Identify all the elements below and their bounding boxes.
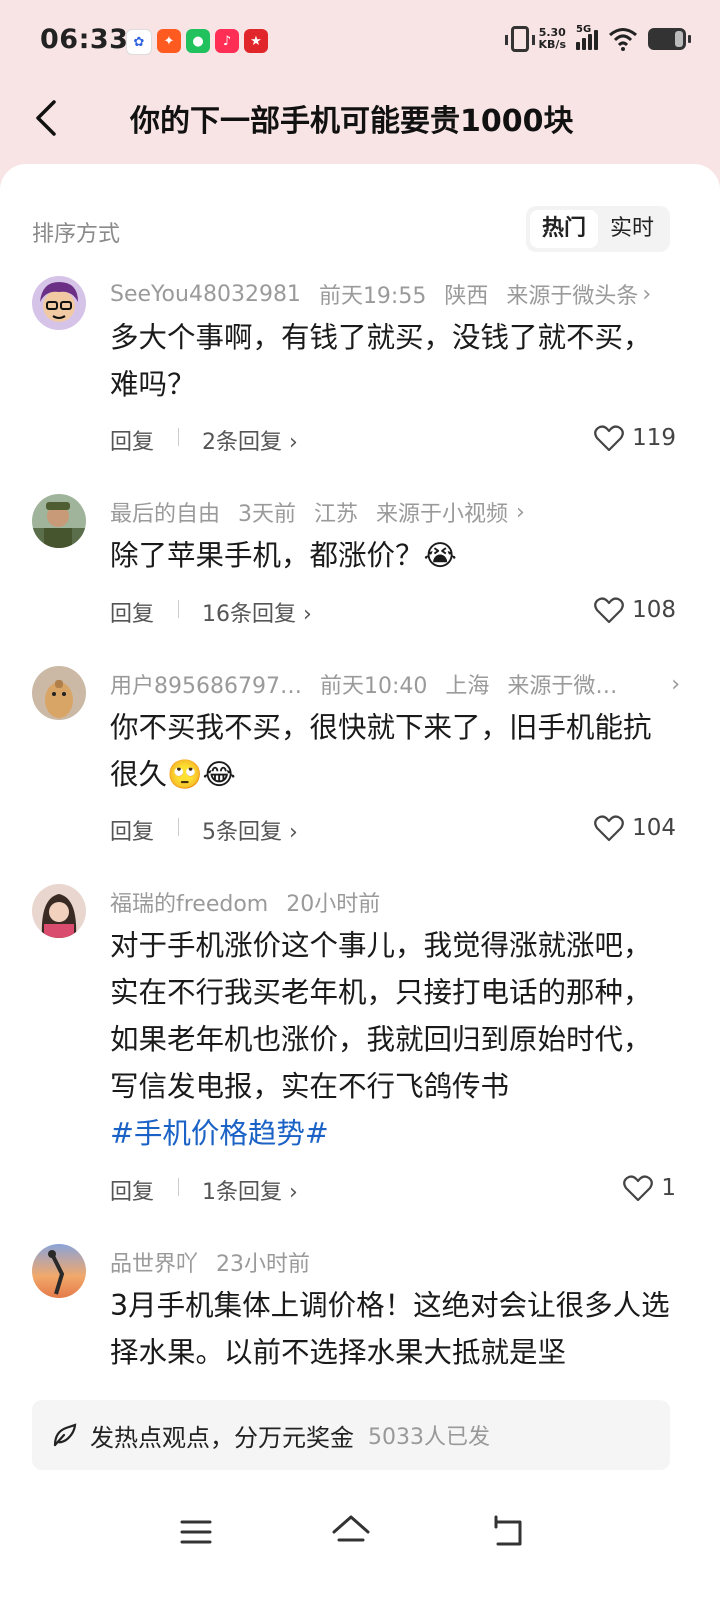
post-count: 5033人已发 (368, 1425, 490, 1450)
wifi-icon (609, 28, 637, 51)
vibrate-icon (504, 26, 535, 52)
heart-icon (594, 815, 624, 842)
chevron-right-icon[interactable]: › (642, 282, 651, 307)
like-button[interactable]: 119 (594, 424, 676, 452)
status-bar: 06:33 ✿ ✦ ● ♪ ★ 5.30 KB/s 5G (0, 0, 720, 84)
system-nav-bar (0, 1490, 720, 1608)
comment-actions: 回复 2条回复 › 119 (110, 424, 676, 458)
sort-toggle: 热门 实时 (526, 206, 670, 252)
sort-hot-tab[interactable]: 热门 (530, 210, 598, 248)
comment-text: 多大个事啊，有钱了就买，没钱了就不买，难吗？ (110, 321, 652, 401)
comment-source[interactable]: 来源于微… (507, 668, 617, 700)
home-icon[interactable] (329, 1510, 373, 1554)
view-replies-link[interactable]: 5条回复 › (202, 814, 298, 846)
heart-icon (594, 425, 624, 452)
avatar[interactable] (32, 494, 86, 548)
network-type: 5G (576, 24, 592, 35)
comment-location: 陕西 (444, 284, 489, 309)
like-count: 104 (632, 815, 676, 841)
comment-text: 你不买我不买，很快就下来了，旧手机能抗很久🙄😂 (110, 711, 652, 791)
view-replies-link[interactable]: 2条回复 › (202, 424, 298, 456)
sort-latest-tab[interactable]: 实时 (598, 210, 666, 248)
pen-icon (53, 1423, 77, 1447)
comment-actions: 回复 5条回复 › 104 (110, 814, 676, 848)
like-button[interactable]: 104 (594, 814, 676, 842)
comment-time: 20小时前 (286, 892, 381, 917)
comment-username[interactable]: 品世界吖 (110, 1246, 198, 1278)
like-count: 119 (632, 425, 676, 451)
page-title: 你的下一部手机可能要贵1000块 (130, 104, 574, 139)
like-count: 1 (661, 1175, 676, 1201)
reply-button[interactable]: 回复 (110, 596, 154, 628)
comment-time: 前天19:55 (318, 284, 427, 309)
reply-button[interactable]: 回复 (110, 424, 154, 456)
comment-meta: 品世界吖 23小时前 (110, 1246, 680, 1278)
back-icon[interactable] (486, 1510, 530, 1554)
chevron-right-icon: › (289, 1180, 298, 1205)
comment-location: 上海 (445, 674, 490, 699)
comment-time: 3天前 (238, 502, 297, 527)
battery-icon (648, 28, 691, 50)
comment-username[interactable]: SeeYou48032981 (110, 282, 301, 307)
heart-icon (623, 1175, 654, 1202)
comment-username[interactable]: 用户895686797… (110, 668, 302, 700)
divider (178, 1178, 179, 1196)
chevron-right-icon: › (289, 820, 298, 845)
comment-meta: 福瑞的freedom 20小时前 (110, 886, 680, 918)
douyin-icon: ♪ (215, 29, 239, 53)
sort-label: 排序方式 (32, 222, 121, 247)
chevron-right-icon: › (303, 602, 312, 627)
menu-icon[interactable] (174, 1510, 218, 1554)
comment-source[interactable]: 来源于小视频 (376, 496, 508, 528)
comment-text: 对于手机涨价这个事儿，我觉得涨就涨吧，实在不行我买老年机，只接打电话的那种，如果… (110, 929, 652, 1150)
post-opinion-bar[interactable]: 发热点观点，分万元奖金 5033人已发 (32, 1400, 670, 1470)
divider (178, 818, 179, 836)
comment-location: 江苏 (314, 502, 359, 527)
view-replies-link[interactable]: 1条回复 › (202, 1174, 298, 1206)
reply-button[interactable]: 回复 (110, 814, 154, 846)
back-arrow-icon[interactable] (30, 98, 70, 138)
comment-panel: 排序方式 热门 实时 SeeYou48032981 前天19:55 陕西 来源于… (0, 164, 720, 1608)
divider (178, 428, 179, 446)
like-button[interactable]: 1 (623, 1174, 676, 1202)
page-header: 你的下一部手机可能要贵1000块 (0, 84, 720, 164)
comment-actions: 回复 16条回复 › 108 (110, 596, 676, 630)
comment-source[interactable]: 来源于微头条 (506, 278, 638, 310)
comment-username[interactable]: 福瑞的freedom (110, 886, 268, 918)
comment-time: 23小时前 (216, 1252, 311, 1277)
like-count: 108 (632, 597, 676, 623)
avatar[interactable] (32, 666, 86, 720)
notification-icons: ✿ ✦ ● ♪ ★ (126, 29, 268, 55)
baidu-icon: ✿ (126, 29, 152, 55)
divider (178, 600, 179, 618)
comment-meta: 最后的自由 3天前 江苏 来源于小视频 › (110, 496, 680, 528)
wechat-icon: ● (186, 29, 210, 53)
view-replies-link[interactable]: 16条回复 › (202, 596, 312, 628)
chevron-right-icon[interactable]: › (516, 500, 525, 525)
comment-text: 除了苹果手机，都涨价？😭 (110, 539, 457, 572)
post-opinion-text: 发热点观点，分万元奖金 (90, 1423, 354, 1452)
heart-icon (594, 597, 624, 624)
reply-button[interactable]: 回复 (110, 1174, 154, 1206)
avatar[interactable] (32, 276, 86, 330)
taobao-icon: ✦ (157, 29, 181, 53)
comment-time: 前天10:40 (319, 674, 428, 699)
like-button[interactable]: 108 (594, 596, 676, 624)
comment-actions: 回复 1条回复 › 1 (110, 1174, 676, 1208)
comment-text: 3月手机集体上调价格！这绝对会让很多人选择水果。以前不选择水果大抵就是坚 (110, 1289, 670, 1369)
net-speed: 5.30 KB/s (538, 26, 566, 51)
comment-meta: SeeYou48032981 前天19:55 陕西 来源于微头条 › (110, 278, 680, 310)
chevron-right-icon[interactable]: › (671, 672, 680, 697)
pinduoduo-icon: ★ (244, 29, 268, 53)
comment-meta: 用户895686797… 前天10:40 上海 来源于微… › (110, 668, 680, 700)
hashtag-link[interactable]: #手机价格趋势# (110, 1117, 329, 1150)
comment-username[interactable]: 最后的自由 (110, 496, 220, 528)
signal-icon: 5G (576, 24, 598, 50)
chevron-right-icon: › (289, 430, 298, 455)
avatar[interactable] (32, 1244, 86, 1298)
avatar[interactable] (32, 884, 86, 938)
status-time: 06:33 (40, 24, 129, 55)
